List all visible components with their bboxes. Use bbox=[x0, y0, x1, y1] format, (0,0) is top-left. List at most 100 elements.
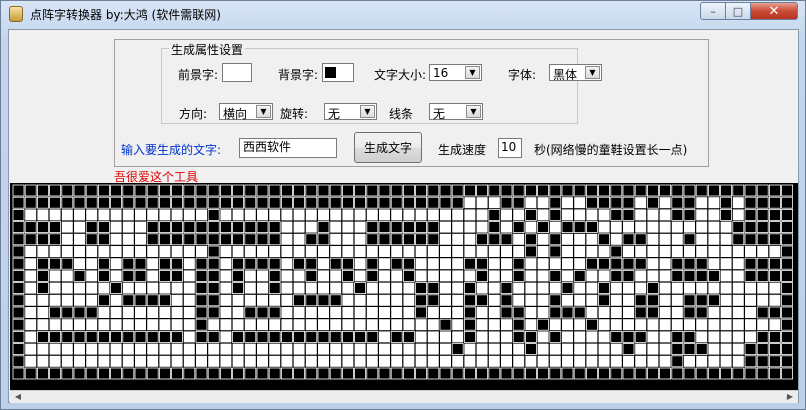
matrix-dot bbox=[61, 319, 73, 331]
chevron-down-icon[interactable]: ▼ bbox=[465, 66, 480, 79]
matrix-dot bbox=[196, 209, 207, 221]
matrix-dot bbox=[183, 258, 195, 270]
matrix-dot bbox=[464, 209, 476, 221]
matrix-dot bbox=[195, 257, 208, 270]
matrix-dot bbox=[622, 343, 635, 356]
bg-color-field[interactable] bbox=[322, 63, 354, 82]
matrix-dot bbox=[696, 331, 708, 343]
matrix-dot bbox=[671, 208, 684, 221]
matrix-dot bbox=[610, 208, 623, 221]
matrix-dot bbox=[586, 270, 598, 282]
matrix-dot bbox=[501, 246, 512, 257]
matrix-dot bbox=[207, 270, 220, 282]
matrix-dot bbox=[85, 306, 98, 319]
matrix-dot bbox=[769, 246, 781, 257]
matrix-dot bbox=[281, 270, 293, 282]
matrix-dot bbox=[280, 367, 293, 380]
matrix-dot bbox=[354, 343, 366, 355]
matrix-dot bbox=[695, 270, 708, 282]
matrix-dot bbox=[195, 282, 208, 294]
chevron-down-icon[interactable]: ▼ bbox=[585, 66, 600, 79]
matrix-dot bbox=[268, 306, 281, 319]
matrix-dot bbox=[500, 184, 513, 197]
direction-select[interactable]: 横向 ▼ bbox=[219, 103, 273, 121]
matrix-dot bbox=[634, 306, 647, 319]
matrix-dot bbox=[366, 307, 378, 318]
matrix-dot bbox=[158, 257, 171, 270]
matrix-dot bbox=[390, 184, 403, 197]
matrix-dot bbox=[501, 270, 512, 282]
text-input[interactable]: 西西软件 bbox=[239, 138, 337, 158]
matrix-dot bbox=[488, 355, 500, 367]
matrix-dot bbox=[171, 330, 184, 343]
matrix-dot bbox=[537, 343, 549, 355]
matrix-dot bbox=[476, 367, 489, 380]
matrix-dot bbox=[135, 307, 146, 318]
matrix-dot bbox=[562, 233, 573, 245]
matrix-dot bbox=[318, 246, 329, 257]
matrix-dot bbox=[696, 319, 708, 331]
horizontal-scrollbar[interactable]: ◀ ▶ bbox=[10, 390, 798, 403]
matrix-dot bbox=[269, 355, 281, 367]
size-select[interactable]: 16 ▼ bbox=[429, 64, 482, 81]
matrix-dot bbox=[549, 330, 562, 343]
matrix-dot bbox=[342, 355, 354, 367]
matrix-dot bbox=[390, 367, 403, 380]
matrix-dot bbox=[610, 257, 623, 270]
matrix-dot bbox=[12, 355, 25, 368]
matrix-dot bbox=[158, 196, 171, 209]
matrix-dot bbox=[610, 221, 622, 233]
direction-label: 方向: bbox=[179, 107, 208, 121]
matrix-dot bbox=[452, 307, 464, 318]
rotate-select[interactable]: 无 ▼ bbox=[324, 103, 377, 121]
matrix-dot bbox=[623, 294, 634, 306]
maximize-button[interactable]: □ bbox=[725, 2, 751, 20]
dot-matrix-output[interactable] bbox=[10, 183, 798, 401]
matrix-dot bbox=[744, 184, 757, 197]
matrix-dot bbox=[366, 319, 378, 331]
font-select[interactable]: 黑体 ▼ bbox=[549, 64, 602, 82]
scroll-right-icon[interactable]: ▶ bbox=[783, 392, 797, 402]
matrix-dot bbox=[135, 246, 146, 257]
matrix-dot bbox=[598, 257, 610, 270]
matrix-dot bbox=[659, 270, 671, 282]
matrix-dot bbox=[500, 367, 513, 380]
chevron-down-icon[interactable]: ▼ bbox=[256, 105, 271, 118]
scroll-left-icon[interactable]: ◀ bbox=[11, 392, 25, 402]
matrix-dot bbox=[402, 233, 415, 246]
matrix-dot bbox=[403, 307, 415, 318]
matrix-dot bbox=[305, 294, 318, 307]
matrix-dot bbox=[476, 355, 488, 367]
matrix-dot bbox=[183, 233, 196, 246]
matrix-dot bbox=[24, 367, 37, 380]
matrix-dot bbox=[183, 282, 195, 294]
minimize-button[interactable]: – bbox=[700, 2, 726, 20]
matrix-dot bbox=[122, 330, 135, 343]
matrix-dot bbox=[86, 294, 98, 306]
matrix-dot bbox=[659, 233, 671, 245]
matrix-dot bbox=[183, 246, 195, 257]
matrix-dot bbox=[269, 319, 281, 331]
matrix-dot bbox=[257, 246, 268, 257]
matrix-dot bbox=[708, 233, 720, 245]
fg-color-field[interactable] bbox=[222, 63, 252, 82]
matrix-dot bbox=[586, 282, 598, 294]
chevron-down-icon[interactable]: ▼ bbox=[466, 105, 481, 118]
matrix-dot bbox=[463, 330, 476, 343]
speed-input[interactable]: 10 bbox=[498, 138, 522, 158]
matrix-dot bbox=[745, 331, 756, 343]
matrix-dot bbox=[366, 343, 378, 355]
matrix-dot bbox=[61, 343, 73, 355]
close-button[interactable]: ✕ bbox=[750, 2, 798, 20]
chevron-down-icon[interactable]: ▼ bbox=[360, 105, 375, 118]
matrix-dot bbox=[317, 184, 330, 197]
matrix-dot bbox=[647, 196, 659, 209]
matrix-dot bbox=[757, 282, 769, 294]
matrix-dot bbox=[341, 270, 354, 282]
title-bar[interactable]: 点阵字转换器 by:大鸿 (软件需联网) – □ ✕ bbox=[1, 1, 805, 28]
line-select[interactable]: 无 ▼ bbox=[429, 103, 483, 121]
matrix-dot bbox=[598, 367, 610, 380]
generate-button[interactable]: 生成文字 bbox=[354, 132, 422, 163]
matrix-dot bbox=[720, 294, 732, 306]
matrix-dot bbox=[427, 367, 440, 380]
